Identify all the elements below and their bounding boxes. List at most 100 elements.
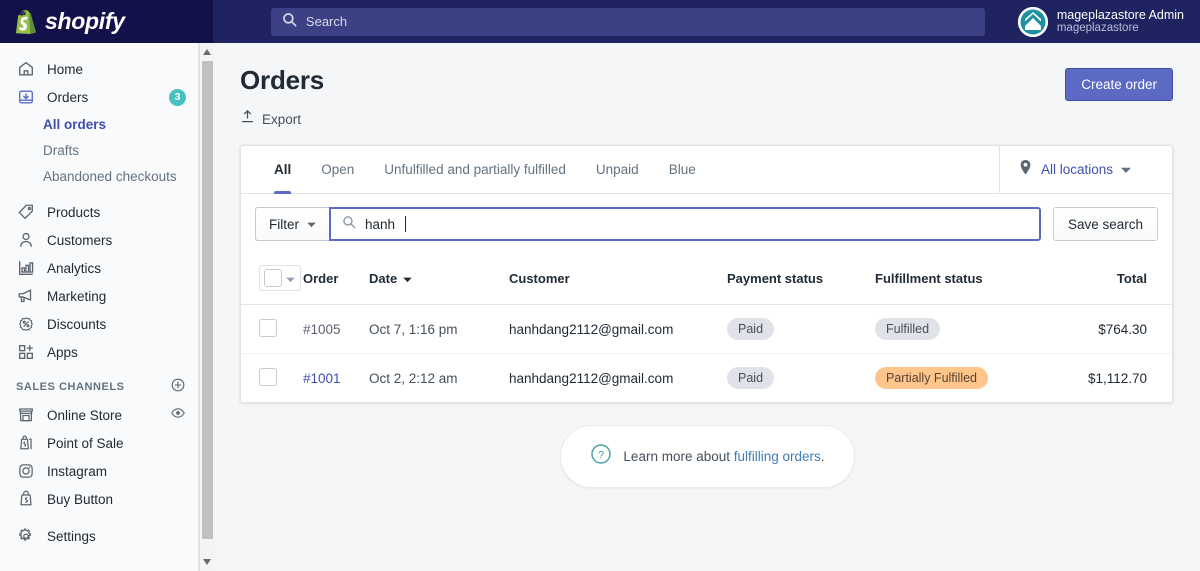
column-customer[interactable]: Customer	[509, 254, 727, 305]
megaphone-icon	[16, 286, 36, 306]
account-name: mageplazastore Admin	[1056, 7, 1184, 22]
scroll-up-arrow-icon[interactable]	[200, 45, 214, 59]
footer-help-area: ? Learn more about fulfilling orders.	[215, 425, 1200, 488]
person-icon	[16, 230, 36, 250]
select-all-checkbox[interactable]	[264, 269, 282, 287]
shopify-admin-window: shopify Search mageplazastore Admin mage…	[0, 0, 1200, 571]
column-fulfillment-status[interactable]: Fulfillment status	[875, 254, 1075, 305]
location-selector[interactable]: All locations	[999, 146, 1172, 193]
column-date[interactable]: Date	[369, 254, 509, 305]
sidebar-subitem-label: All orders	[43, 116, 107, 132]
sidebar-item-instagram[interactable]: Instagram	[0, 457, 198, 485]
table-row[interactable]: #1001 Oct 2, 2:12 am hanhdang2112@gmail.…	[241, 354, 1172, 403]
map-pin-icon	[1018, 159, 1033, 181]
caret-down-icon	[403, 271, 412, 286]
save-search-button[interactable]: Save search	[1052, 207, 1158, 241]
sidebar-item-label: Analytics	[47, 260, 102, 276]
account-store: mageplazastore	[1056, 22, 1139, 35]
sidebar-item-label: Instagram	[47, 463, 108, 479]
row-customer-cell: hanhdang2112@gmail.com	[509, 304, 727, 354]
table-header-row: Order Date Customer Payment status Fulfi…	[241, 254, 1172, 305]
sidebar-item-label: Point of Sale	[47, 435, 124, 451]
sidebar-item-customers[interactable]: Customers	[0, 226, 198, 254]
sidebar-item-home[interactable]: Home	[0, 55, 198, 83]
column-payment-status[interactable]: Payment status	[727, 254, 875, 305]
apps-grid-plus-icon	[16, 342, 36, 362]
sidebar-item-analytics[interactable]: Analytics	[0, 254, 198, 282]
fulfilling-orders-link[interactable]: fulfilling orders	[734, 449, 821, 464]
sidebar-item-marketing[interactable]: Marketing	[0, 282, 198, 310]
sidebar-item-label: Marketing	[47, 288, 107, 304]
sidebar-item-apps[interactable]: Apps	[0, 338, 198, 366]
question-circle-icon: ?	[590, 443, 612, 470]
sidebar-item-buy-button[interactable]: Buy Button	[0, 485, 198, 513]
column-date-label: Date	[369, 270, 398, 286]
page-title: Orders	[240, 65, 325, 95]
sidebar-item-discounts[interactable]: Discounts	[0, 310, 198, 338]
eye-icon[interactable]	[170, 405, 186, 426]
order-link[interactable]: #1005	[303, 322, 341, 337]
tab-blue[interactable]: Blue	[654, 146, 711, 194]
top-bar: shopify Search mageplazastore Admin mage…	[0, 0, 1200, 43]
row-checkbox[interactable]	[259, 367, 277, 386]
plus-circle-icon[interactable]	[170, 377, 186, 398]
export-label: Export	[262, 111, 302, 127]
column-total[interactable]: Total	[1075, 254, 1172, 305]
tab-open[interactable]: Open	[306, 146, 369, 194]
sidebar-item-label: Online Store	[47, 407, 123, 423]
sidebar-subitem-abandoned-checkouts[interactable]: Abandoned checkouts	[0, 163, 198, 189]
chevron-down-icon[interactable]	[286, 271, 295, 286]
sidebar-item-orders[interactable]: Orders 3	[0, 83, 198, 111]
order-search-input[interactable]: hanh	[329, 207, 1041, 241]
tab-unfulfilled-and-partially-fulfilled[interactable]: Unfulfilled and partially fulfilled	[369, 146, 581, 194]
orders-tab-bar: All Open Unfulfilled and partially fulfi…	[241, 146, 1172, 194]
sales-channels-header: SALES CHANNELS	[0, 373, 198, 401]
sidebar-item-label: Buy Button	[47, 491, 114, 507]
tag-icon	[16, 202, 36, 222]
row-fulfillment-status-cell: Partially Fulfilled	[875, 354, 1075, 403]
main-content: Orders Export Create order All Open Unfu…	[215, 43, 1200, 571]
account-text: mageplazastore Admin mageplazastore	[1057, 8, 1184, 36]
sidebar-subitem-label: Abandoned checkouts	[43, 168, 177, 184]
date-sort-control[interactable]: Date	[369, 271, 412, 286]
order-link[interactable]: #1001	[303, 371, 341, 386]
global-search-input[interactable]: Search	[270, 7, 985, 36]
tab-unpaid[interactable]: Unpaid	[581, 146, 654, 194]
row-order-cell: #1005	[303, 304, 369, 354]
row-date-cell: Oct 7, 1:16 pm	[369, 304, 509, 354]
sidebar-item-online-store[interactable]: Online Store	[0, 401, 198, 429]
scroll-down-arrow-icon[interactable]	[200, 555, 214, 569]
row-date-cell: Oct 2, 2:12 am	[369, 370, 458, 386]
tab-label: All	[274, 162, 292, 177]
row-total-cell: $1,112.70	[1087, 370, 1147, 386]
select-all-column	[241, 254, 303, 305]
sidebar-item-point-of-sale[interactable]: Point of Sale	[0, 429, 198, 457]
tab-all[interactable]: All	[259, 146, 306, 194]
sidebar-item-products[interactable]: Products	[0, 198, 198, 226]
sidebar-scrollbar[interactable]	[199, 43, 214, 571]
tab-label: Unfulfilled and partially fulfilled	[384, 162, 566, 177]
orders-table-body: #1005 Oct 7, 1:16 pm hanhdang2112@gmail.…	[241, 304, 1172, 403]
tab-list: All Open Unfulfilled and partially fulfi…	[241, 146, 711, 194]
select-all-group[interactable]	[259, 265, 301, 291]
sidebar-item-label: Discounts	[47, 316, 107, 332]
column-order[interactable]: Order	[303, 254, 369, 305]
discount-badge-icon	[16, 314, 36, 334]
row-checkbox[interactable]	[259, 318, 277, 337]
shopify-logo[interactable]: shopify	[0, 0, 213, 43]
account-menu[interactable]: mageplazastore Admin mageplazastore	[1017, 6, 1200, 37]
status-badge: Partially Fulfilled	[875, 367, 989, 389]
orders-card: All Open Unfulfilled and partially fulfi…	[240, 145, 1173, 403]
table-row[interactable]: #1005 Oct 7, 1:16 pm hanhdang2112@gmail.…	[241, 304, 1172, 354]
sidebar-subitem-all-orders[interactable]: All orders	[0, 111, 198, 137]
scrollbar-thumb[interactable]	[202, 61, 213, 539]
create-order-button[interactable]: Create order	[1065, 68, 1173, 101]
filter-dropdown-button[interactable]: Filter	[255, 207, 329, 241]
sidebar-item-settings[interactable]: Settings	[0, 522, 198, 550]
row-payment-status-cell: Paid	[727, 354, 875, 403]
export-button[interactable]: Export	[240, 109, 1065, 129]
sidebar-subitem-drafts[interactable]: Drafts	[0, 137, 198, 163]
storefront-icon	[16, 405, 36, 425]
